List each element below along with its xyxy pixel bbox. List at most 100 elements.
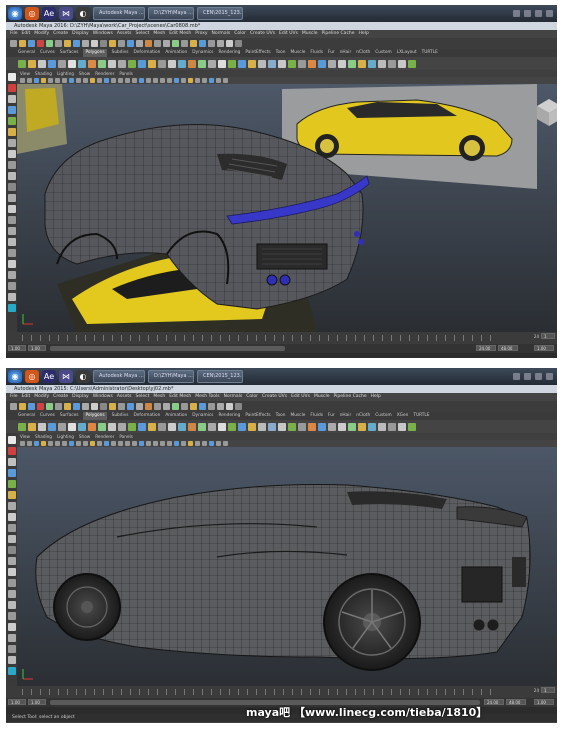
panel-menu-item[interactable]: Panels: [119, 70, 132, 77]
shelf-tab[interactable]: nCloth: [356, 49, 370, 57]
current-frame-field[interactable]: 1: [541, 333, 555, 339]
panel-tool-icon[interactable]: [20, 78, 25, 83]
panel-tool-icon[interactable]: [181, 78, 186, 83]
shelf-tool-icon[interactable]: [258, 59, 266, 68]
toolbox-tool-icon[interactable]: [7, 161, 16, 169]
shelf-tool-icon[interactable]: [78, 422, 86, 431]
after-effects-icon[interactable]: Ae: [42, 370, 56, 383]
shelf-tool-icon[interactable]: [318, 59, 326, 68]
app-icon[interactable]: ◎: [25, 7, 39, 20]
shelf-tool-icon[interactable]: [308, 422, 316, 431]
status-line-icon[interactable]: [226, 40, 233, 47]
shelf-tool-icon[interactable]: [358, 422, 366, 431]
status-line-icon[interactable]: [127, 40, 134, 47]
toolbox-tool-icon[interactable]: [7, 612, 16, 620]
status-line-icon[interactable]: [82, 403, 89, 410]
taskbar-item-maya[interactable]: Autodesk Maya ...: [93, 7, 145, 20]
panel-menu-item[interactable]: Lighting: [57, 70, 74, 77]
panel-tool-icon[interactable]: [216, 441, 221, 446]
shelf-tool-icon[interactable]: [338, 422, 346, 431]
shelf-tool-icon[interactable]: [288, 422, 296, 431]
shelf-tool-icon[interactable]: [148, 59, 156, 68]
panel-tool-icon[interactable]: [146, 441, 151, 446]
menu-item[interactable]: Create: [53, 30, 68, 38]
shelf-tool-icon[interactable]: [368, 59, 376, 68]
shelf-tool-icon[interactable]: [98, 422, 106, 431]
status-line-icon[interactable]: [226, 403, 233, 410]
toolbox-tool-icon[interactable]: [7, 84, 16, 92]
shelf-tool-icon[interactable]: [38, 59, 46, 68]
toolbox-tool-icon[interactable]: [7, 128, 16, 136]
shelf-tool-icon[interactable]: [158, 422, 166, 431]
panel-tool-icon[interactable]: [34, 441, 39, 446]
menu-item[interactable]: Muscle: [314, 393, 330, 401]
shelf-tab[interactable]: Curves: [40, 412, 55, 420]
toolbox-tool-icon[interactable]: [7, 645, 16, 653]
shelf-tool-icon[interactable]: [28, 422, 36, 431]
toolbox-tool-icon[interactable]: [7, 183, 16, 191]
menu-item[interactable]: Pipeline Cache: [322, 30, 355, 38]
shelf-tool-icon[interactable]: [28, 59, 36, 68]
shelf-tool-icon[interactable]: [78, 59, 86, 68]
shelf-tool-icon[interactable]: [18, 422, 26, 431]
start-time-field[interactable]: 1.00: [8, 699, 26, 705]
app-icon[interactable]: ◎: [25, 370, 39, 383]
toolbox-tool-icon[interactable]: [7, 194, 16, 202]
status-line-icon[interactable]: [235, 403, 242, 410]
panel-tool-icon[interactable]: [153, 78, 158, 83]
shelf-tool-icon[interactable]: [328, 59, 336, 68]
shelf-tab[interactable]: Rendering: [218, 412, 240, 420]
shelf-tab[interactable]: Dynamics: [192, 412, 213, 420]
start-time-field[interactable]: 1.00: [8, 345, 26, 351]
after-effects-icon[interactable]: Ae: [42, 7, 56, 20]
status-line-icon[interactable]: [91, 403, 98, 410]
status-line-icon[interactable]: [10, 40, 17, 47]
status-line-icon[interactable]: [145, 403, 152, 410]
shelf-tool-icon[interactable]: [118, 422, 126, 431]
shelf-tab[interactable]: Curves: [40, 49, 55, 57]
status-line-icon[interactable]: [37, 403, 44, 410]
shelf-tab[interactable]: Fluids: [310, 49, 323, 57]
toolbox-tool-icon[interactable]: [7, 447, 16, 455]
status-line-icon[interactable]: [91, 40, 98, 47]
status-line-icon[interactable]: [55, 403, 62, 410]
panel-tool-icon[interactable]: [202, 441, 207, 446]
panel-tool-icon[interactable]: [104, 441, 109, 446]
panel-tool-icon[interactable]: [125, 441, 130, 446]
shelf-tool-icon[interactable]: [68, 422, 76, 431]
status-line-icon[interactable]: [181, 403, 188, 410]
toolbox-tool-icon[interactable]: [7, 601, 16, 609]
shelf-tab[interactable]: Custom: [375, 412, 391, 420]
playback-start-field[interactable]: 1.00: [28, 699, 46, 705]
shelf-tool-icon[interactable]: [38, 422, 46, 431]
status-line-icon[interactable]: [217, 40, 224, 47]
menu-item[interactable]: Color: [246, 393, 258, 401]
status-line-icon[interactable]: [19, 40, 26, 47]
shelf-tab[interactable]: Polygons: [83, 49, 107, 57]
panel-menu-item[interactable]: Lighting: [57, 433, 74, 440]
shelf-tool-icon[interactable]: [168, 422, 176, 431]
shelf-tool-icon[interactable]: [388, 59, 396, 68]
panel-tool-icon[interactable]: [223, 78, 228, 83]
shelf-tool-icon[interactable]: [128, 422, 136, 431]
panel-tool-icon[interactable]: [174, 78, 179, 83]
playback-end-field[interactable]: 24.00: [476, 345, 496, 351]
shelf-tool-icon[interactable]: [118, 59, 126, 68]
panel-tool-icon[interactable]: [153, 441, 158, 446]
menu-item[interactable]: Create: [53, 393, 68, 401]
shelf-tab[interactable]: nCloth: [356, 412, 370, 420]
toolbox-tool-icon[interactable]: [7, 469, 16, 477]
toolbox-tool-icon[interactable]: [7, 623, 16, 631]
toolbox-tool-icon[interactable]: [7, 106, 16, 114]
status-line-icon[interactable]: [235, 40, 242, 47]
toolbox-tool-icon[interactable]: [7, 293, 16, 301]
toolbox-tool-icon[interactable]: [7, 73, 16, 81]
status-line-icon[interactable]: [163, 40, 170, 47]
panel-tool-icon[interactable]: [27, 78, 32, 83]
status-line-icon[interactable]: [163, 403, 170, 410]
shelf-tab[interactable]: Fur: [328, 49, 335, 57]
toolbox-tool-icon[interactable]: [7, 304, 16, 312]
shelf-tab[interactable]: Rendering: [218, 49, 240, 57]
panel-tool-icon[interactable]: [27, 441, 32, 446]
menu-item[interactable]: Mesh Tools: [195, 393, 219, 401]
